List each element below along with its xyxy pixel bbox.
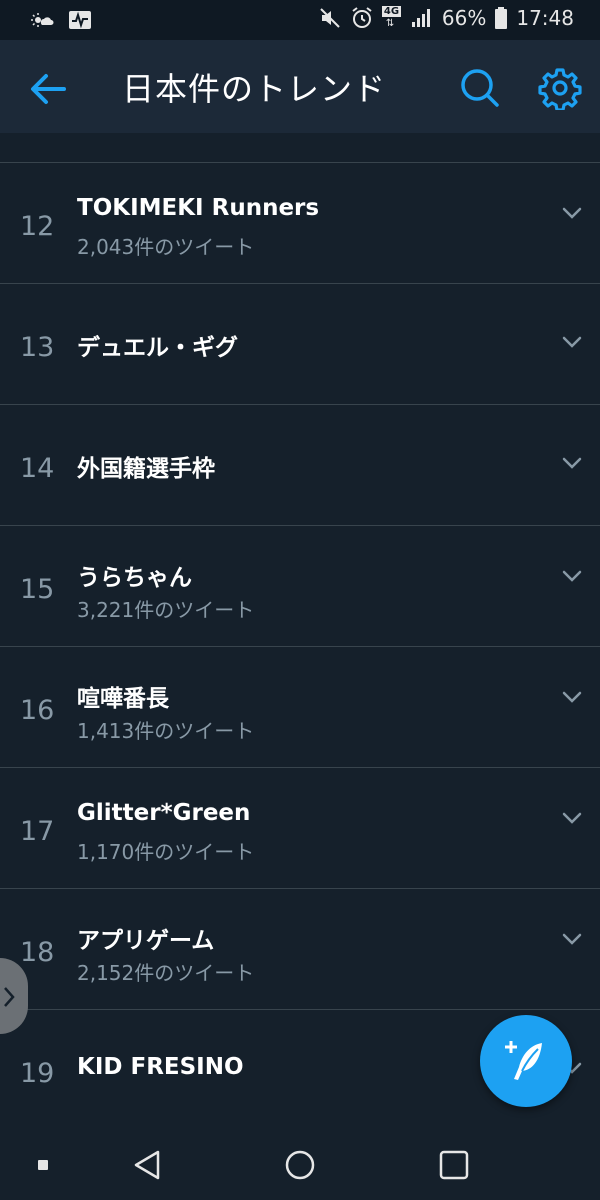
- alarm-icon: [352, 7, 372, 28]
- chevron-down-icon[interactable]: [560, 205, 584, 221]
- tweet-count: 2,152件のツイート: [77, 961, 255, 985]
- trend-item[interactable]: 18 アプリゲーム 2,152件のツイート: [0, 889, 600, 1010]
- trend-rank: 13: [20, 332, 55, 363]
- status-bar: 4G ⇅ 66% 17:48: [0, 0, 600, 40]
- trend-rank: 18: [20, 937, 55, 968]
- trend-item[interactable]: 13 デュエル・ギグ: [0, 284, 600, 405]
- chevron-down-icon[interactable]: [560, 455, 584, 471]
- nav-square-dot-icon[interactable]: [38, 1160, 48, 1170]
- status-left: [30, 8, 92, 32]
- trends-list: 12 TOKIMEKI Runners 2,043件のツイート 13 デュエル・…: [0, 133, 600, 1130]
- clock: 17:48: [516, 6, 574, 30]
- chevron-right-icon: [4, 987, 15, 1007]
- gear-icon[interactable]: [538, 66, 582, 110]
- mute-icon: [320, 8, 340, 28]
- system-nav-bar: [0, 1130, 600, 1200]
- network-label: 4G: [381, 6, 402, 17]
- back-arrow-icon[interactable]: [28, 68, 70, 110]
- trend-rank: 15: [20, 574, 55, 605]
- chevron-down-icon[interactable]: [560, 931, 584, 947]
- nav-recent-icon[interactable]: [437, 1148, 471, 1182]
- nav-home-icon[interactable]: [283, 1148, 317, 1182]
- trend-rank: 12: [20, 211, 55, 242]
- compose-tweet-button[interactable]: [480, 1015, 572, 1107]
- page-title: 日本件のトレンド: [122, 70, 387, 108]
- battery-icon: [495, 7, 508, 29]
- signal-icon: [411, 9, 430, 27]
- trend-item[interactable]: 14 外国籍選手枠: [0, 405, 600, 526]
- trend-name: デュエル・ギグ: [77, 335, 238, 361]
- trend-rank: 16: [20, 695, 55, 726]
- tweet-count: 3,221件のツイート: [77, 598, 255, 622]
- trend-rank: 14: [20, 453, 55, 484]
- trend-rank: 19: [20, 1058, 55, 1089]
- chevron-down-icon[interactable]: [560, 689, 584, 705]
- tweet-count: 1,170件のツイート: [77, 840, 255, 864]
- chevron-down-icon[interactable]: [560, 568, 584, 584]
- trend-name: アプリゲーム: [77, 928, 215, 954]
- chevron-down-icon[interactable]: [560, 334, 584, 350]
- compose-tweet-icon: [505, 1041, 542, 1080]
- search-icon[interactable]: [458, 66, 502, 110]
- trend-name: TOKIMEKI Runners: [77, 195, 320, 221]
- status-right: 4G ⇅ 66% 17:48: [318, 6, 574, 30]
- trend-item[interactable]: 16 喧嘩番長 1,413件のツイート: [0, 647, 600, 768]
- tweet-count: 1,413件のツイート: [77, 719, 255, 743]
- trend-name: KID FRESINO: [77, 1054, 244, 1080]
- chevron-down-icon[interactable]: [560, 810, 584, 826]
- battery-percent: 66%: [441, 6, 487, 30]
- network-4g-icon: 4G ⇅: [381, 6, 402, 30]
- trend-item[interactable]: 17 Glitter*Green 1,170件のツイート: [0, 768, 600, 889]
- trend-name: Glitter*Green: [77, 800, 251, 826]
- trend-name: 喧嘩番長: [77, 686, 169, 712]
- trend-name: うらちゃん: [77, 565, 192, 591]
- tweet-count: 2,043件のツイート: [77, 235, 255, 259]
- weather-icon: [31, 13, 54, 27]
- trend-name: 外国籍選手枠: [77, 456, 215, 482]
- network-arrows: ⇅: [385, 18, 395, 29]
- nav-back-icon[interactable]: [130, 1148, 164, 1182]
- trend-rank: 17: [20, 816, 55, 847]
- activity-icon: [69, 11, 91, 29]
- app-header: 日本件のトレンド: [0, 40, 600, 133]
- trend-item[interactable]: 15 うらちゃん 3,221件のツイート: [0, 526, 600, 647]
- trend-item[interactable]: 12 TOKIMEKI Runners 2,043件のツイート: [0, 163, 600, 284]
